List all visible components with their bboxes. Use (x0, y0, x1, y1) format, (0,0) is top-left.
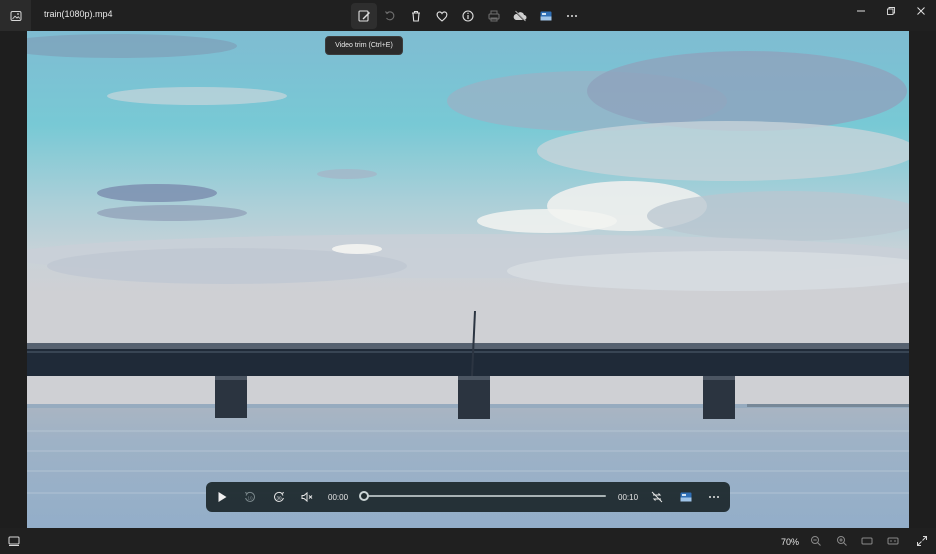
repeat-off-icon (651, 491, 663, 503)
clipchamp-button[interactable] (533, 3, 559, 29)
rewind-button[interactable]: 10 (242, 489, 258, 505)
video-scene-image (27, 31, 909, 528)
print-button[interactable] (481, 3, 507, 29)
play-icon (218, 492, 227, 502)
delete-icon (412, 10, 420, 22)
print-icon (488, 10, 500, 22)
status-bar: 70% (0, 528, 936, 554)
info-button[interactable] (455, 3, 481, 29)
close-icon (917, 7, 925, 15)
tooltip: Video trim (Ctrl+E) (325, 36, 403, 55)
maximize-button[interactable] (875, 0, 907, 22)
info-icon (462, 10, 474, 22)
photos-app-icon (0, 0, 31, 31)
volume-muted-icon (301, 491, 313, 503)
close-button[interactable] (905, 0, 936, 22)
zoom-out-button[interactable] (809, 534, 823, 548)
delete-button[interactable] (403, 3, 429, 29)
onedrive-icon (513, 10, 527, 22)
clipchamp-icon (680, 492, 692, 502)
clipchamp-icon (540, 11, 552, 21)
full-screen-icon (917, 536, 927, 546)
zoom-level: 70% (781, 537, 800, 547)
left-margin (0, 31, 27, 528)
edit-video-icon (358, 10, 370, 22)
restore-icon (887, 7, 895, 15)
more-icon (567, 15, 577, 17)
clipchamp-editor-button[interactable] (678, 489, 694, 505)
toolbar (351, 3, 585, 29)
player-more-button[interactable] (706, 489, 722, 505)
play-button[interactable] (214, 489, 230, 505)
fit-to-window-button[interactable] (860, 534, 874, 548)
repeat-button[interactable] (649, 489, 665, 505)
zoom-in-button[interactable] (835, 534, 849, 548)
minimize-button[interactable] (845, 0, 877, 22)
svg-text:30: 30 (276, 496, 282, 501)
window-title: train(1080p).mp4 (44, 9, 113, 19)
filmstrip-button[interactable] (7, 534, 21, 548)
current-time: 00:00 (328, 493, 349, 502)
duration: 00:10 (618, 493, 639, 502)
zoom-in-icon (837, 536, 847, 546)
seek-bar[interactable] (364, 495, 606, 497)
rotate-icon (385, 11, 395, 21)
actual-size-icon (887, 537, 899, 545)
more-icon (709, 496, 719, 498)
onedrive-button[interactable] (507, 3, 533, 29)
favorite-button[interactable] (429, 3, 455, 29)
seek-thumb[interactable] (359, 491, 369, 501)
svg-text:10: 10 (247, 496, 253, 501)
rotate-button[interactable] (377, 3, 403, 29)
right-margin (909, 31, 936, 528)
filmstrip-icon (8, 536, 20, 546)
full-screen-button[interactable] (915, 534, 929, 548)
mute-button[interactable] (299, 489, 315, 505)
forward-30-icon: 30 (274, 491, 285, 502)
rewind-10-icon: 10 (244, 491, 255, 502)
more-options-button[interactable] (559, 3, 585, 29)
edit-video-button[interactable] (351, 3, 377, 29)
forward-button[interactable]: 30 (271, 489, 287, 505)
title-bar: train(1080p).mp4 (0, 0, 936, 31)
zoom-out-icon (811, 536, 821, 546)
actual-size-button[interactable] (886, 534, 900, 548)
minimize-icon (857, 10, 865, 12)
video-frame[interactable] (27, 31, 909, 528)
fit-to-window-icon (861, 537, 873, 545)
favorite-icon (436, 11, 448, 22)
